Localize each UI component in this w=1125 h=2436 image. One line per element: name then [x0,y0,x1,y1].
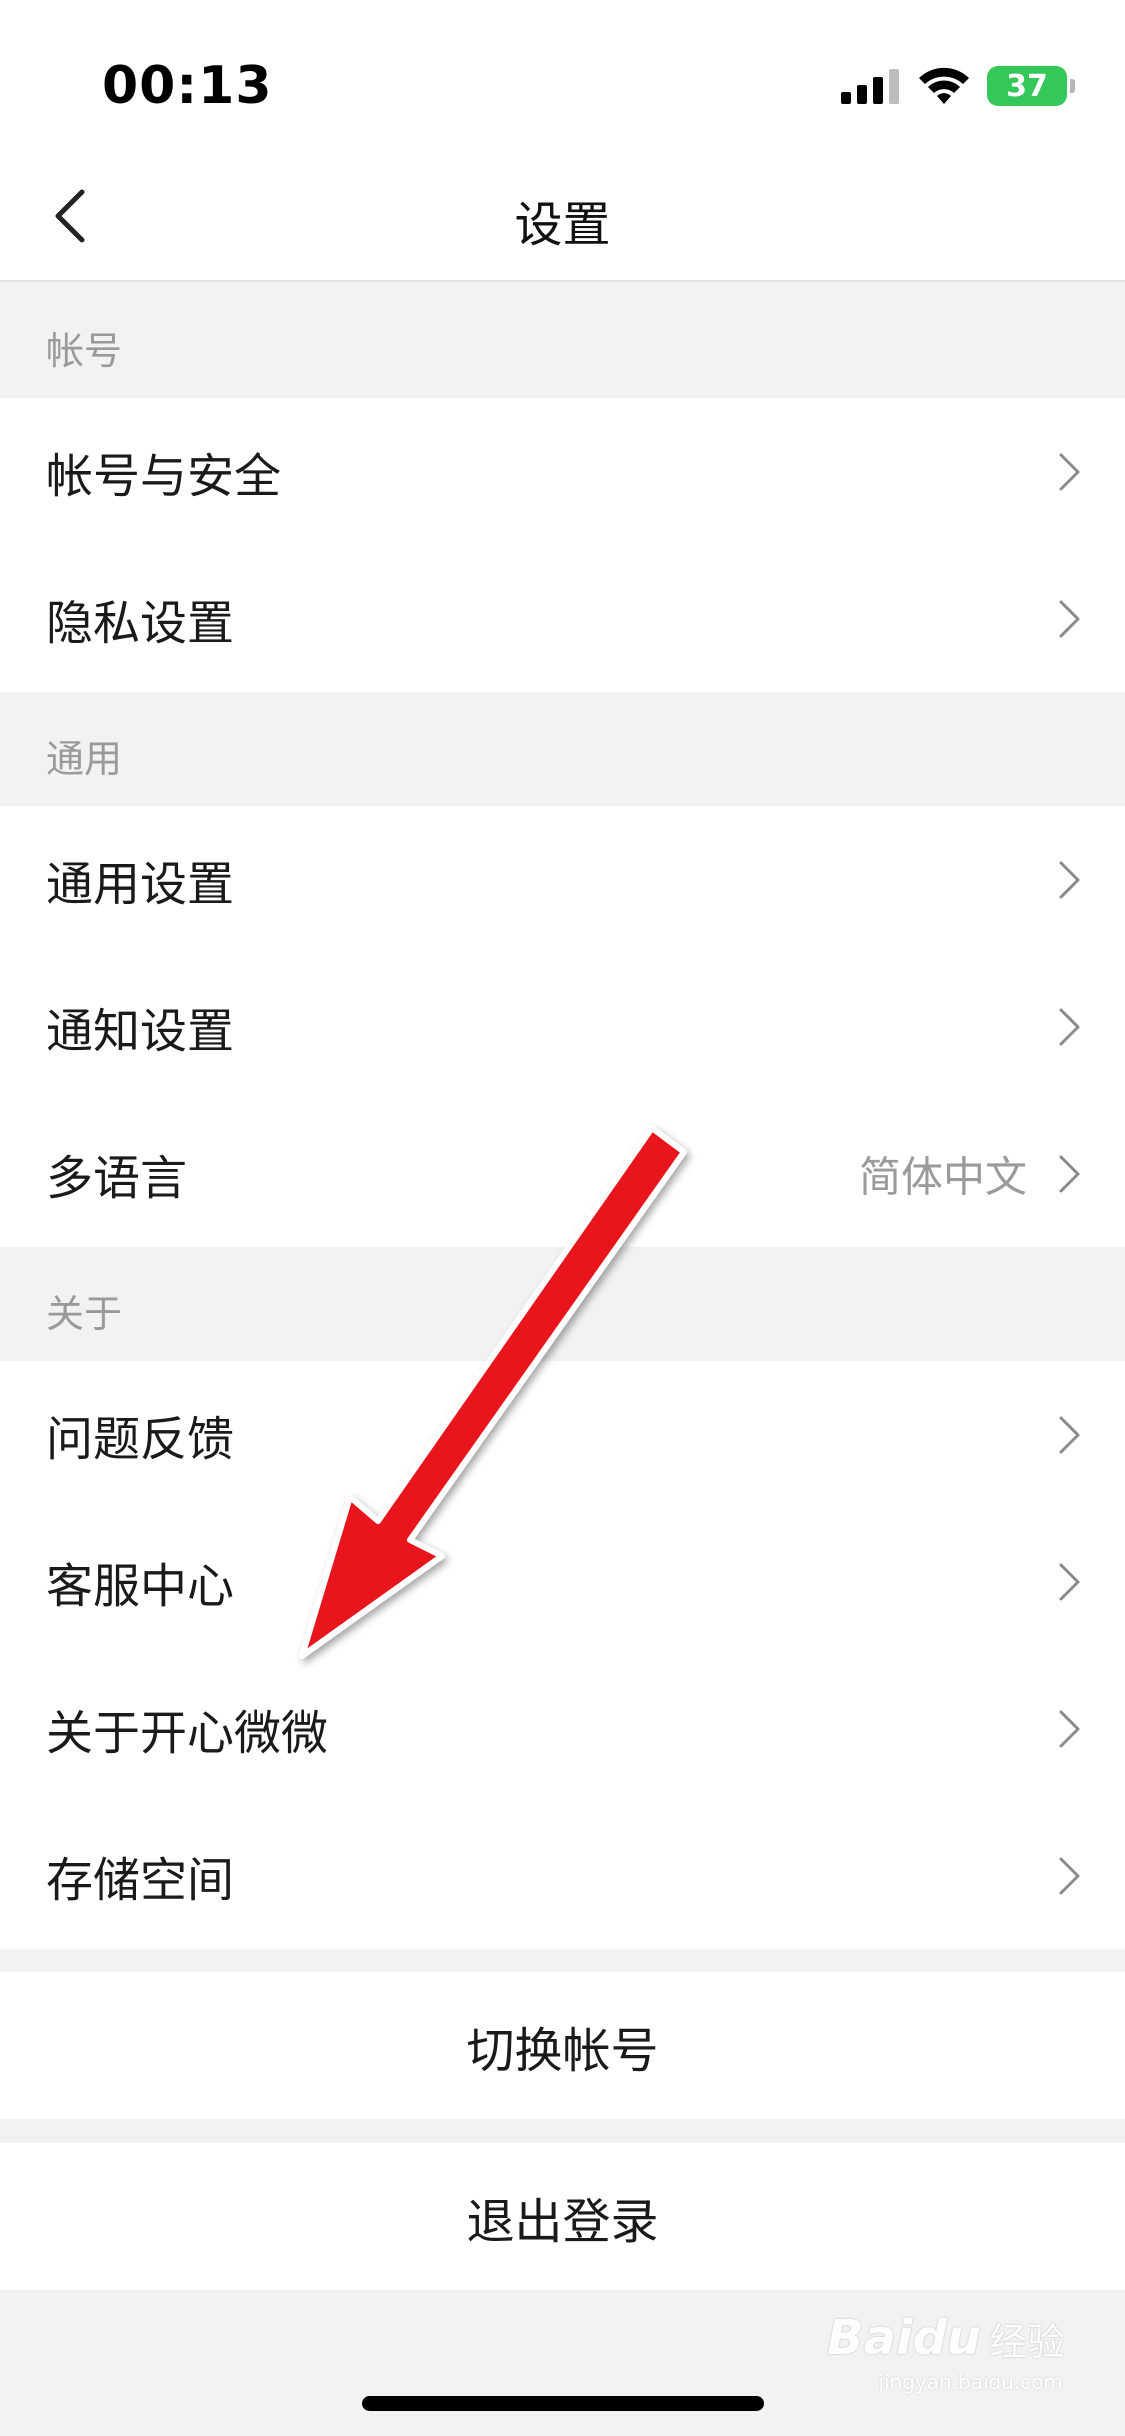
cellular-signal-icon [841,69,899,104]
wifi-icon [919,67,969,104]
settings-row-about-app[interactable]: 关于开心微微 [0,1655,1125,1802]
settings-row-account-security[interactable]: 帐号与安全 [0,398,1125,545]
watermark-text: 经验 [988,2319,1065,2364]
row-label: 帐号与安全 [46,449,281,504]
logout-label: 退出登录 [466,2193,659,2250]
row-label: 多语言 [46,1151,187,1206]
section-header-label: 通用 [46,737,123,781]
settings-row-customer-service[interactable]: 客服中心 [0,1508,1125,1655]
row-label: 隐私设置 [46,596,234,651]
section-header-general: 通用 [0,692,1125,806]
navigation-bar: 设置 [0,150,1125,282]
section-header-label: 关于 [46,1292,123,1336]
logout-button[interactable]: 退出登录 [0,2143,1125,2290]
status-time: 00:13 [102,56,273,116]
page-title: 设置 [514,197,611,253]
settings-row-feedback[interactable]: 问题反馈 [0,1361,1125,1508]
settings-row-general[interactable]: 通用设置 [0,806,1125,953]
status-bar: 00:13 37 [0,0,1125,150]
settings-row-notifications[interactable]: 通知设置 [0,953,1125,1100]
chevron-right-icon [1059,1416,1080,1453]
row-label: 问题反馈 [46,1412,234,1467]
settings-row-privacy[interactable]: 隐私设置 [0,545,1125,692]
switch-account-label: 切换帐号 [466,2022,659,2079]
section-header-account: 帐号 [0,284,1125,398]
chevron-right-icon [1059,1155,1080,1192]
chevron-right-icon [1059,861,1080,898]
row-label: 关于开心微微 [46,1706,328,1761]
chevron-right-icon [1059,1710,1080,1747]
section-header-about: 关于 [0,1247,1125,1361]
home-indicator [362,2396,764,2411]
row-label: 通用设置 [46,857,234,912]
row-label: 通知设置 [46,1004,234,1059]
watermark-logo: Baidu [827,2310,981,2366]
chevron-right-icon [1059,453,1080,490]
settings-row-storage[interactable]: 存储空间 [0,1802,1125,1949]
status-icons: 37 [841,66,1075,106]
chevron-right-icon [1059,1857,1080,1894]
settings-row-language[interactable]: 多语言 简体中文 [0,1100,1125,1247]
chevron-right-icon [1059,600,1080,637]
battery-charging-icon: 37 [987,66,1075,106]
chevron-right-icon [1059,1563,1080,1600]
baidu-watermark: Baidu 经验 [827,2310,1065,2366]
watermark-url: jingyan.baidu.com [878,2370,1063,2394]
chevron-right-icon [1059,1008,1080,1045]
battery-level: 37 [1006,68,1048,104]
section-header-label: 帐号 [46,329,123,373]
row-label: 存储空间 [46,1853,234,1908]
switch-account-button[interactable]: 切换帐号 [0,1972,1125,2119]
row-label: 客服中心 [46,1559,234,1614]
language-value: 简体中文 [858,1152,1027,1201]
